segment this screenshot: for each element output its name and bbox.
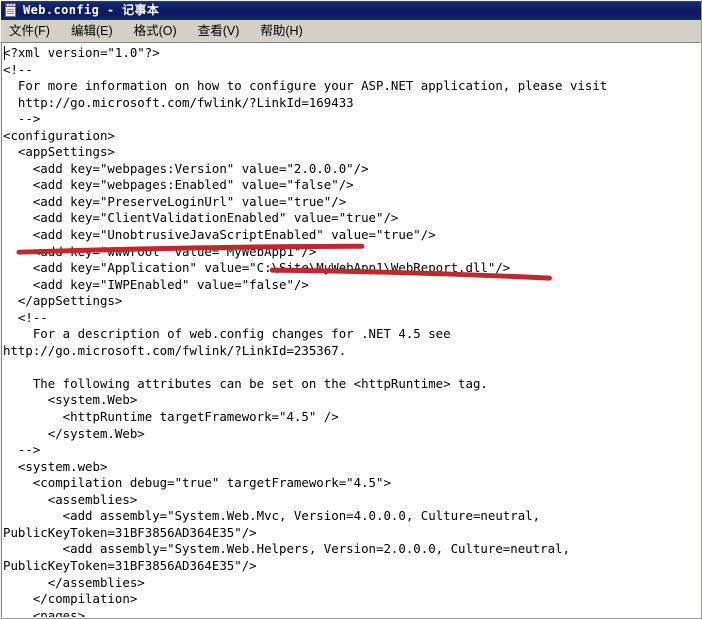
notepad-icon — [3, 3, 19, 18]
notepad-window: Web.config - 记事本 文件(F) 编辑(E) 格式(O) 查看(V)… — [0, 0, 702, 619]
menu-bar: 文件(F) 编辑(E) 格式(O) 查看(V) 帮助(H) — [1, 20, 701, 42]
menu-view[interactable]: 查看(V) — [196, 22, 249, 40]
text-caret — [4, 46, 5, 60]
menu-file[interactable]: 文件(F) — [7, 22, 59, 40]
text-editor[interactable]: <?xml version="1.0"?> <!-- For more info… — [2, 43, 700, 617]
menu-format[interactable]: 格式(O) — [132, 22, 186, 40]
menu-help[interactable]: 帮助(H) — [258, 22, 311, 40]
menu-edit[interactable]: 编辑(E) — [69, 22, 122, 40]
xml-document-text[interactable]: <?xml version="1.0"?> <!-- For more info… — [3, 45, 700, 617]
window-title: Web.config - 记事本 — [23, 3, 160, 17]
title-bar[interactable]: Web.config - 记事本 — [1, 1, 701, 20]
editor-area[interactable]: <?xml version="1.0"?> <!-- For more info… — [1, 42, 701, 618]
